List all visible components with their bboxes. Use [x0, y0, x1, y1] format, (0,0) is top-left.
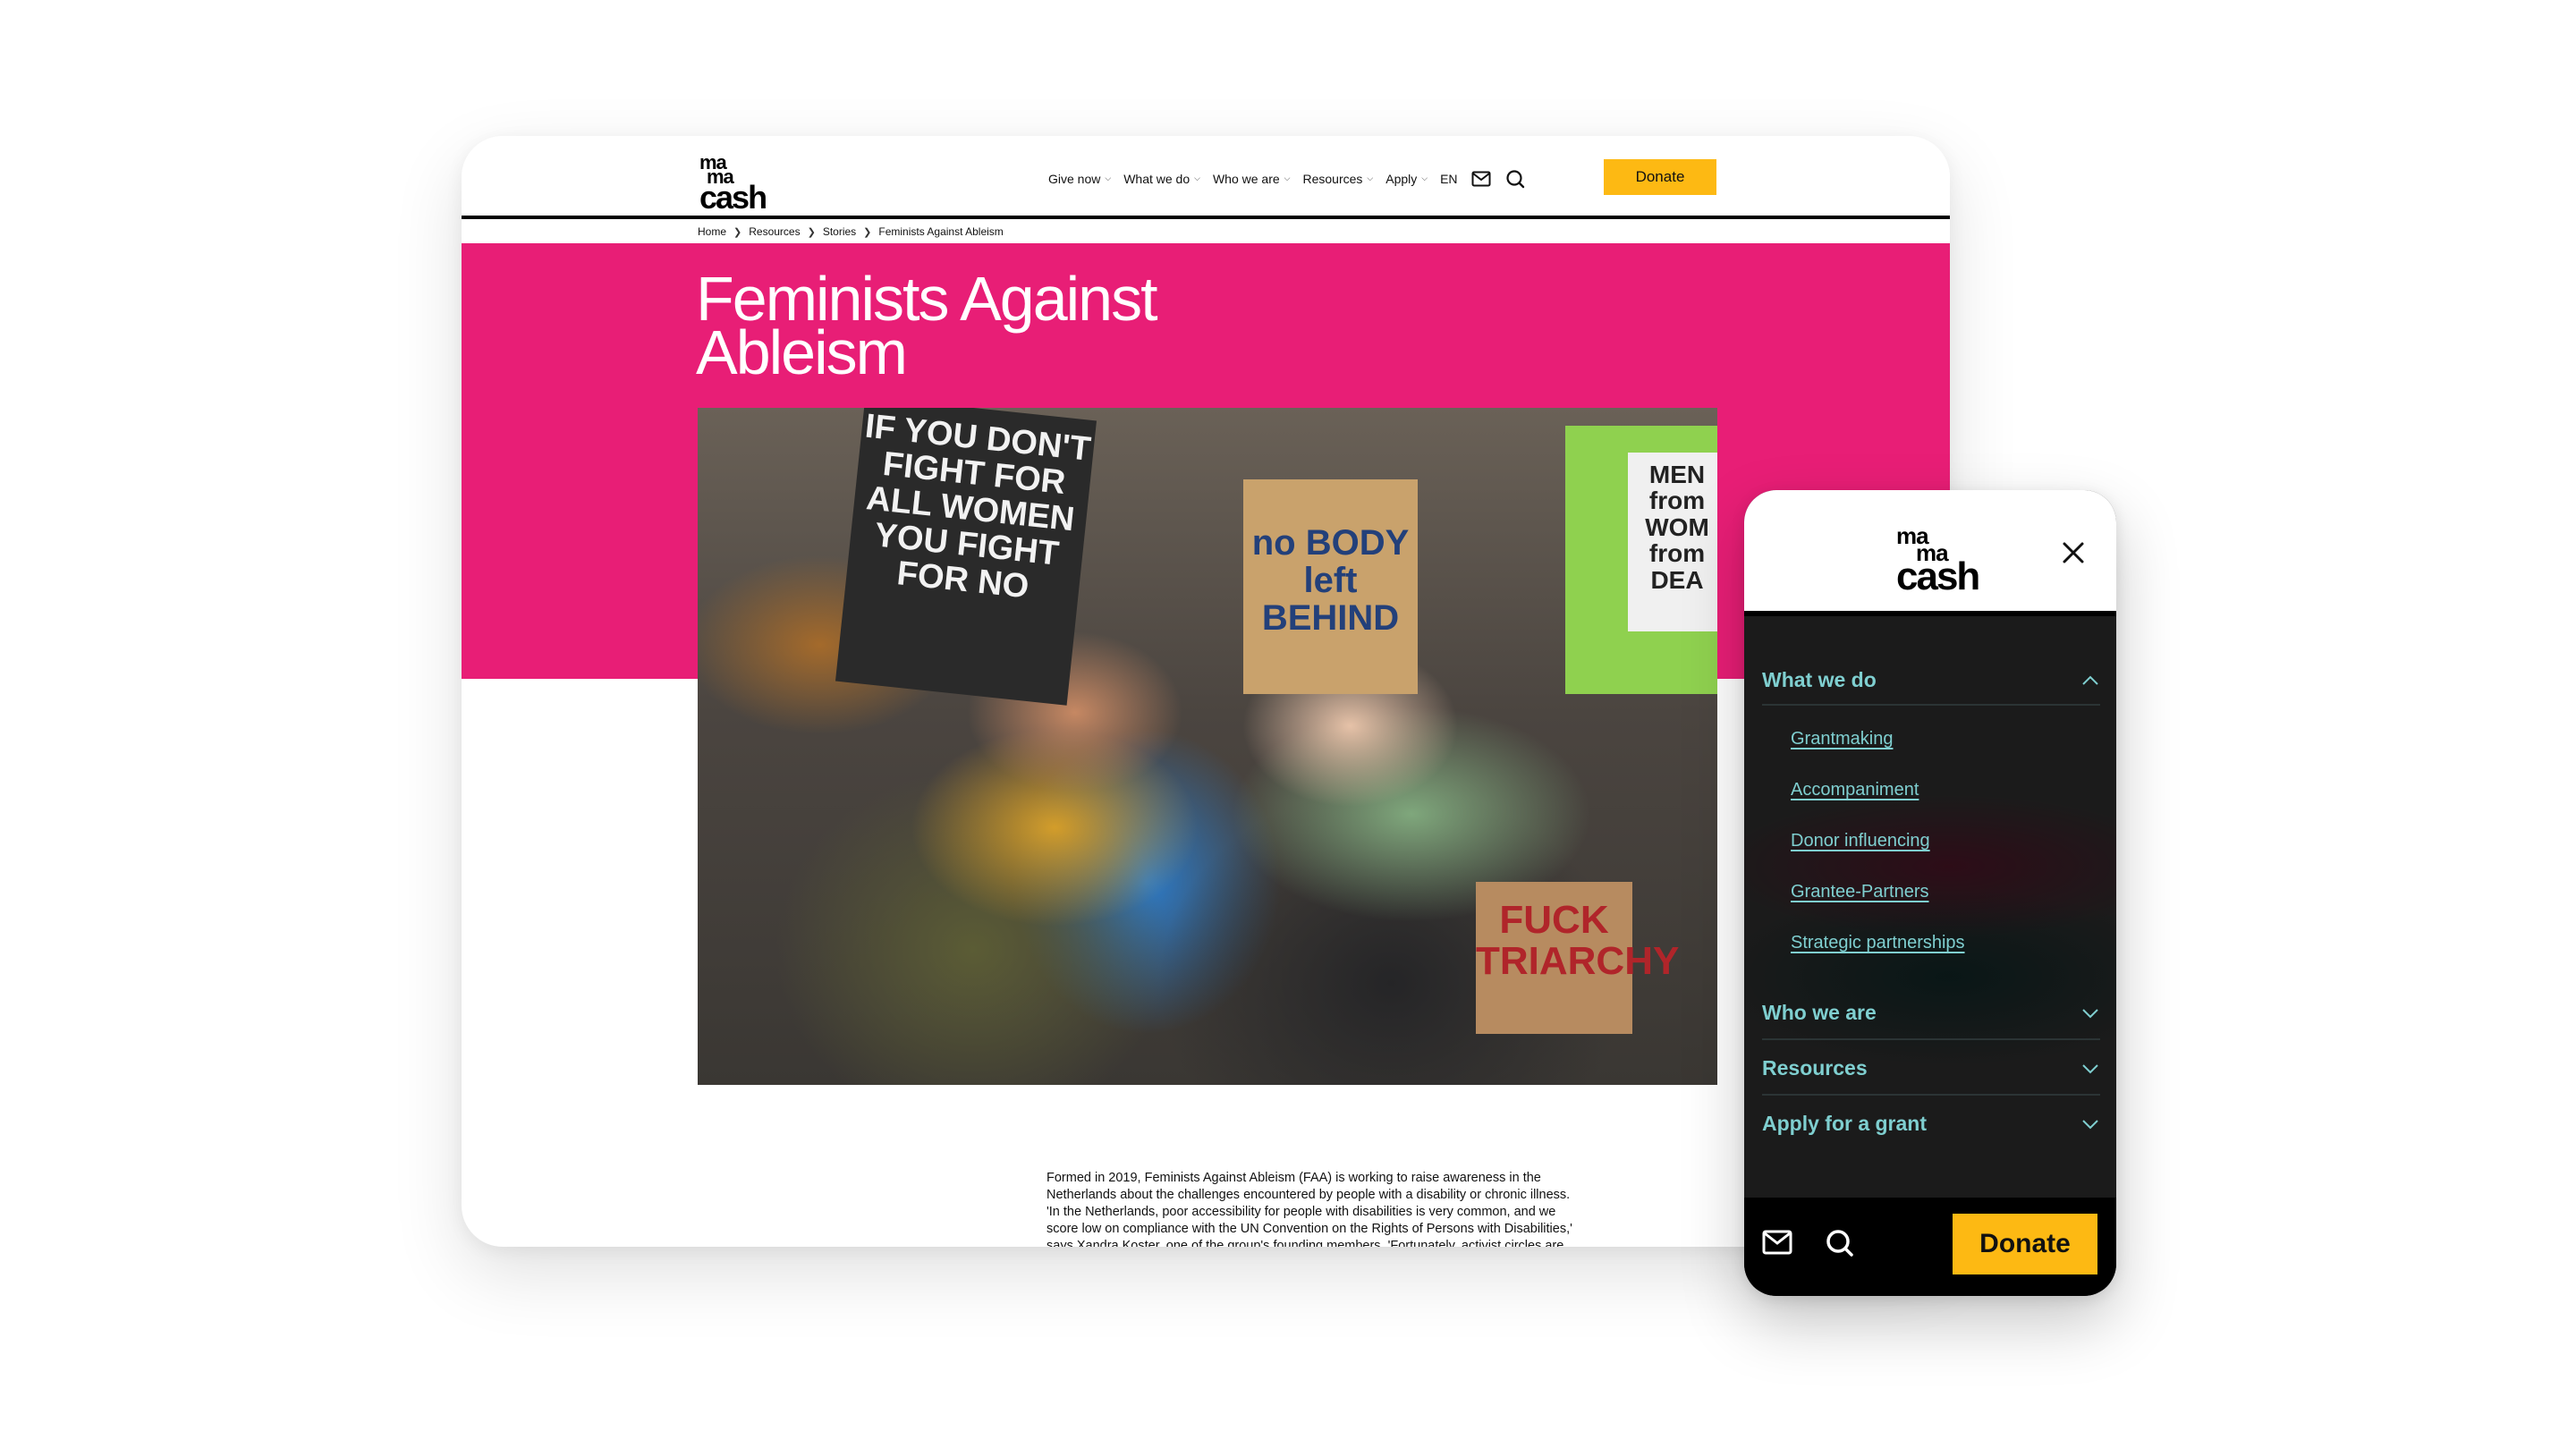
- chevron-down-icon: [2082, 1119, 2098, 1129]
- mobile-header: ma ma cash: [1744, 490, 2116, 611]
- donate-button[interactable]: Donate: [1953, 1214, 2097, 1274]
- mama-cash-logo[interactable]: ma ma cash: [1896, 524, 1980, 599]
- nav-label: Give now: [1048, 172, 1101, 186]
- menu-section-label: What we do: [1762, 668, 1877, 691]
- nav-item-give-now[interactable]: Give now ⌵: [1048, 172, 1111, 186]
- chevron-down-icon: ⌵: [1367, 173, 1374, 182]
- chevron-up-icon: [2082, 675, 2098, 685]
- nav-label: What we do: [1123, 172, 1191, 186]
- search-icon[interactable]: [1504, 168, 1526, 190]
- header-divider: [462, 216, 1950, 219]
- language-label: EN: [1440, 172, 1458, 186]
- menu-section-what-we-do[interactable]: What we do: [1762, 668, 2100, 692]
- submenu-link-grantee-partners[interactable]: Grantee-Partners: [1791, 882, 1929, 902]
- chevron-right-icon: ❯: [863, 226, 872, 238]
- breadcrumb-stories[interactable]: Stories: [823, 225, 856, 238]
- protest-sign: no BODY left BEHIND: [1243, 479, 1418, 694]
- chevron-down-icon: [2082, 1063, 2098, 1073]
- page-title: Feminists Against Ableism: [696, 264, 1158, 387]
- chevron-down-icon: ⌵: [1105, 173, 1112, 182]
- close-icon[interactable]: [2061, 540, 2086, 565]
- chevron-right-icon: ❯: [733, 226, 742, 238]
- menu-divider: [1762, 704, 2100, 706]
- breadcrumb-home[interactable]: Home: [698, 225, 726, 238]
- menu-section-label: Apply for a grant: [1762, 1112, 1928, 1135]
- protest-sign: IF YOU DON'T FIGHT FOR ALL WOMEN YOU FIG…: [835, 408, 1097, 706]
- nav-label: Resources: [1302, 172, 1363, 186]
- menu-section-who-we-are[interactable]: Who we are: [1762, 1001, 2100, 1025]
- chevron-down-icon: ⌵: [1421, 173, 1428, 182]
- breadcrumb: Home ❯ Resources ❯ Stories ❯ Feminists A…: [698, 225, 1004, 238]
- chevron-down-icon: [2082, 1008, 2098, 1018]
- nav-item-apply[interactable]: Apply ⌵: [1385, 172, 1428, 186]
- protest-sign-text: MEN from WOM from DEA: [1628, 453, 1717, 631]
- breadcrumb-current: Feminists Against Ableism: [878, 225, 1004, 238]
- submenu-link-accompaniment[interactable]: Accompaniment: [1791, 780, 1919, 800]
- nav-item-resources[interactable]: Resources ⌵: [1302, 172, 1373, 186]
- main-nav: Give now ⌵ What we do ⌵ Who we are ⌵ Res…: [1048, 161, 1526, 197]
- logo-line: cash: [699, 178, 767, 216]
- desktop-page-preview: ma ma cash Give now ⌵ What we do ⌵ Who w…: [462, 136, 1950, 1247]
- nav-label: Apply: [1385, 172, 1418, 186]
- menu-section-apply-for-a-grant[interactable]: Apply for a grant: [1762, 1112, 2100, 1136]
- chevron-down-icon: ⌵: [1284, 173, 1291, 182]
- donate-button[interactable]: Donate: [1604, 159, 1716, 195]
- nav-item-who-we-are[interactable]: Who we are ⌵: [1213, 172, 1291, 186]
- site-header: ma ma cash Give now ⌵ What we do ⌵ Who w…: [462, 136, 1950, 218]
- submenu-link-grantmaking[interactable]: Grantmaking: [1791, 729, 1894, 749]
- protest-sign: FUCK TRIARCHY: [1476, 882, 1679, 1034]
- protest-sign: MEN from WOM from DEA: [1565, 426, 1717, 694]
- chevron-down-icon: ⌵: [1194, 173, 1200, 182]
- mail-icon[interactable]: [1762, 1230, 1792, 1259]
- mama-cash-logo[interactable]: ma ma cash: [699, 153, 767, 216]
- mobile-menu: What we do Grantmaking Accompaniment Don…: [1744, 616, 2116, 1198]
- menu-section-label: Who we are: [1762, 1001, 1877, 1024]
- menu-section-resources[interactable]: Resources: [1762, 1056, 2100, 1080]
- mail-icon[interactable]: [1470, 168, 1492, 190]
- hero-photo: IF YOU DON'T FIGHT FOR ALL WOMEN YOU FIG…: [698, 408, 1717, 1085]
- menu-divider: [1762, 1094, 2100, 1096]
- breadcrumb-resources[interactable]: Resources: [749, 225, 800, 238]
- submenu-link-donor-influencing[interactable]: Donor influencing: [1791, 831, 1930, 851]
- language-switcher[interactable]: EN: [1440, 172, 1457, 186]
- search-icon[interactable]: [1825, 1228, 1855, 1263]
- menu-section-label: Resources: [1762, 1056, 1868, 1080]
- article-body: Formed in 2019, Feminists Against Ableis…: [1046, 1171, 1572, 1247]
- logo-line: cash: [1896, 555, 1980, 599]
- nav-item-what-we-do[interactable]: What we do ⌵: [1123, 172, 1200, 186]
- mobile-footer-bar: Donate: [1744, 1198, 2116, 1296]
- nav-label: Who we are: [1212, 172, 1280, 186]
- chevron-right-icon: ❯: [807, 226, 816, 238]
- submenu-link-strategic-partnerships[interactable]: Strategic partnerships: [1791, 933, 1965, 953]
- menu-divider: [1762, 1038, 2100, 1040]
- mobile-menu-preview: ma ma cash What we do Grantmaking Accomp…: [1744, 490, 2116, 1296]
